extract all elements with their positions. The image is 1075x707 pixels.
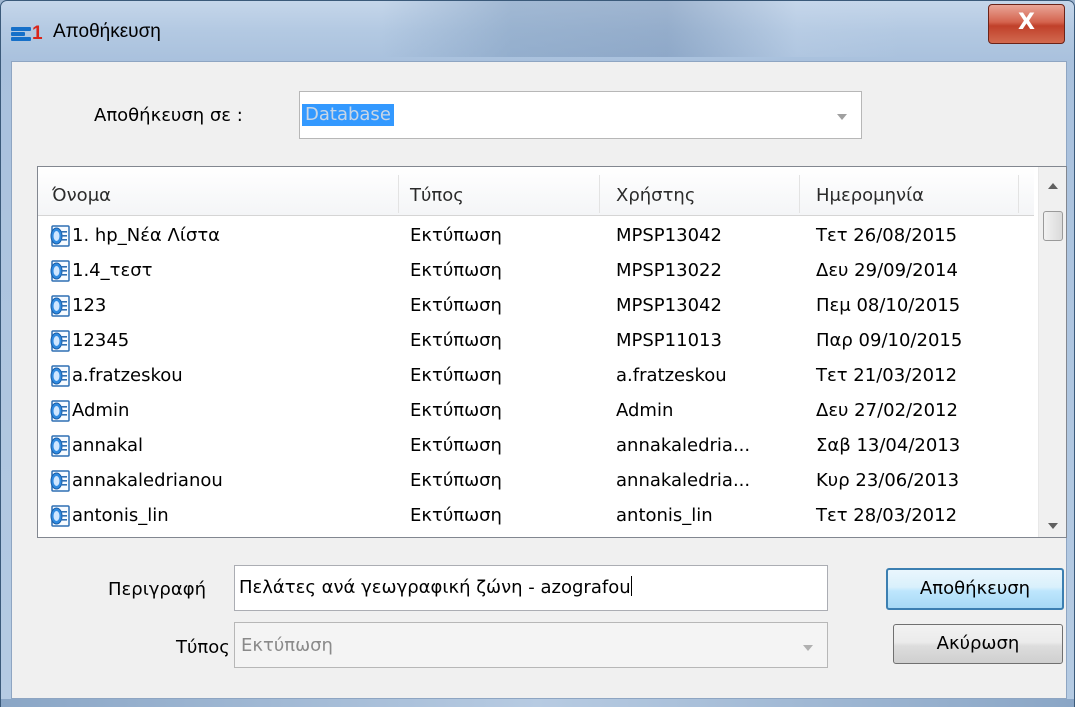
cell-date: Παρ 09/10/2015 bbox=[816, 330, 963, 351]
cell-date: Σαβ 13/04/2013 bbox=[816, 435, 961, 456]
scroll-down-icon[interactable] bbox=[1048, 523, 1058, 529]
scroll-up-icon[interactable] bbox=[1048, 183, 1058, 189]
dialog-body: Αποθήκευση σε : Database Όνομα Τύπος Χρή… bbox=[11, 61, 1067, 699]
report-file-icon bbox=[50, 470, 70, 492]
list-item[interactable]: 12345 Εκτύπωση MPSP11013 Παρ 09/10/2015 bbox=[38, 324, 1034, 359]
list-item[interactable]: 1.4_τεστ Εκτύπωση MPSP13022 Δευ 29/09/2014 bbox=[38, 254, 1034, 289]
cell-user: Admin bbox=[616, 400, 674, 421]
list-item[interactable]: 1. hp_Νέα Λίστα Εκτύπωση MPSP13042 Τετ 26/0… bbox=[38, 219, 1034, 254]
save-dialog: 1 Αποθήκευση X Αποθήκευση σε : Database … bbox=[0, 0, 1075, 707]
description-input[interactable]: Πελάτες ανά γεωγραφική ζώνη - azografou bbox=[234, 565, 828, 611]
cell-user: MPSP13042 bbox=[616, 225, 722, 246]
description-value: Πελάτες ανά γεωγραφική ζώνη - azografou bbox=[239, 577, 631, 598]
report-file-icon bbox=[50, 435, 70, 457]
save-button[interactable]: Αποθήκευση bbox=[886, 568, 1064, 610]
scroll-thumb[interactable] bbox=[1043, 211, 1063, 241]
save-in-label: Αποθήκευση σε : bbox=[94, 105, 243, 126]
cell-name: Admin bbox=[72, 400, 130, 421]
cell-user: MPSP11013 bbox=[616, 330, 722, 351]
cell-date: Δευ 27/02/2012 bbox=[816, 400, 958, 421]
cell-date: Δευ 29/09/2014 bbox=[816, 260, 958, 281]
close-button[interactable]: X bbox=[988, 4, 1065, 44]
window-title: Αποθήκευση bbox=[53, 21, 161, 42]
list-item[interactable]: a.fratzeskou Εκτύπωση a.fratzeskou Τετ 21/0… bbox=[38, 359, 1034, 394]
app-logo-text: 1 bbox=[32, 23, 43, 44]
report-file-icon bbox=[50, 400, 70, 422]
cell-type: Εκτύπωση bbox=[410, 470, 502, 491]
save-in-dropdown[interactable]: Database bbox=[299, 91, 862, 139]
cell-name: annakaledrianou bbox=[72, 470, 223, 491]
report-file-icon bbox=[50, 365, 70, 387]
save-in-value: Database bbox=[302, 104, 394, 126]
list-item[interactable]: annakaledrianou Εκτύπωση annakaledria... Κυ… bbox=[38, 464, 1034, 499]
type-dropdown[interactable]: Εκτύπωση bbox=[234, 622, 828, 668]
cell-type: Εκτύπωση bbox=[410, 330, 502, 351]
vertical-scrollbar[interactable] bbox=[1038, 167, 1066, 537]
column-divider[interactable] bbox=[1018, 175, 1019, 213]
cell-name: antonis_lin bbox=[72, 505, 169, 526]
report-file-icon bbox=[50, 330, 70, 352]
cell-user: annakaledria... bbox=[616, 435, 751, 456]
text-caret bbox=[630, 576, 632, 596]
file-list[interactable]: Όνομα Τύπος Χρήστης Ημερομηνία 1. hp_Νέα… bbox=[37, 166, 1067, 538]
cell-user: antonis_lin bbox=[616, 505, 713, 526]
cell-user: a.fratzeskou bbox=[616, 365, 727, 386]
description-label: Περιγραφή bbox=[108, 579, 207, 600]
cell-type: Εκτύπωση bbox=[410, 225, 502, 246]
title-bar[interactable]: 1 Αποθήκευση X bbox=[1, 1, 1074, 61]
cell-type: Εκτύπωση bbox=[410, 295, 502, 316]
column-header-type[interactable]: Τύπος bbox=[410, 167, 464, 215]
cell-type: Εκτύπωση bbox=[410, 435, 502, 456]
cell-name: 1.4_τεστ bbox=[72, 260, 153, 281]
cell-name: 12345 bbox=[72, 330, 130, 351]
cell-date: Κυρ 23/06/2013 bbox=[816, 470, 960, 491]
cell-date: Τετ 21/03/2012 bbox=[816, 365, 958, 386]
column-divider[interactable] bbox=[599, 175, 600, 213]
column-divider[interactable] bbox=[799, 175, 800, 213]
report-file-icon bbox=[50, 505, 70, 527]
cell-name: annakal bbox=[72, 435, 144, 456]
cell-name: a.fratzeskou bbox=[72, 365, 183, 386]
window-bottom-edge bbox=[1, 699, 1074, 707]
cell-type: Εκτύπωση bbox=[410, 365, 502, 386]
column-header-date[interactable]: Ημερομηνία bbox=[816, 167, 924, 215]
cell-name: 1. hp_Νέα Λίστα bbox=[72, 225, 221, 246]
cell-user: annakaledria... bbox=[616, 470, 751, 491]
title-bar-background bbox=[381, 1, 901, 57]
type-label: Τύπος bbox=[176, 637, 230, 658]
list-item[interactable]: 123 Εκτύπωση MPSP13042 Πεμ 08/10/2015 bbox=[38, 289, 1034, 324]
cell-name: 123 bbox=[72, 295, 107, 316]
report-file-icon bbox=[50, 225, 70, 247]
cell-user: MPSP13042 bbox=[616, 295, 722, 316]
cell-type: Εκτύπωση bbox=[410, 260, 502, 281]
report-file-icon bbox=[50, 295, 70, 317]
cell-date: Τετ 28/03/2012 bbox=[816, 505, 958, 526]
type-value: Εκτύπωση bbox=[241, 635, 333, 656]
app-logo-icon: 1 bbox=[11, 23, 43, 45]
cell-user: MPSP13022 bbox=[616, 260, 722, 281]
cell-date: Τετ 26/08/2015 bbox=[816, 225, 958, 246]
cancel-button[interactable]: Ακύρωση bbox=[893, 624, 1063, 664]
column-header-user[interactable]: Χρήστης bbox=[616, 167, 695, 215]
list-item[interactable]: antonis_lin Εκτύπωση antonis_lin Τετ 28/03/… bbox=[38, 499, 1034, 534]
chevron-down-icon[interactable] bbox=[803, 645, 813, 651]
cell-date: Πεμ 08/10/2015 bbox=[816, 295, 961, 316]
cell-type: Εκτύπωση bbox=[410, 400, 502, 421]
cell-type: Εκτύπωση bbox=[410, 505, 502, 526]
list-item[interactable]: Admin Εκτύπωση Admin Δευ 27/02/2012 bbox=[38, 394, 1034, 429]
column-divider[interactable] bbox=[398, 175, 399, 213]
list-header: Όνομα Τύπος Χρήστης Ημερομηνία bbox=[38, 167, 1034, 216]
report-file-icon bbox=[50, 260, 70, 282]
list-item[interactable]: annakal Εκτύπωση annakaledria... Σαβ 13/04/… bbox=[38, 429, 1034, 464]
column-header-name[interactable]: Όνομα bbox=[52, 167, 111, 215]
chevron-down-icon[interactable] bbox=[837, 114, 847, 120]
